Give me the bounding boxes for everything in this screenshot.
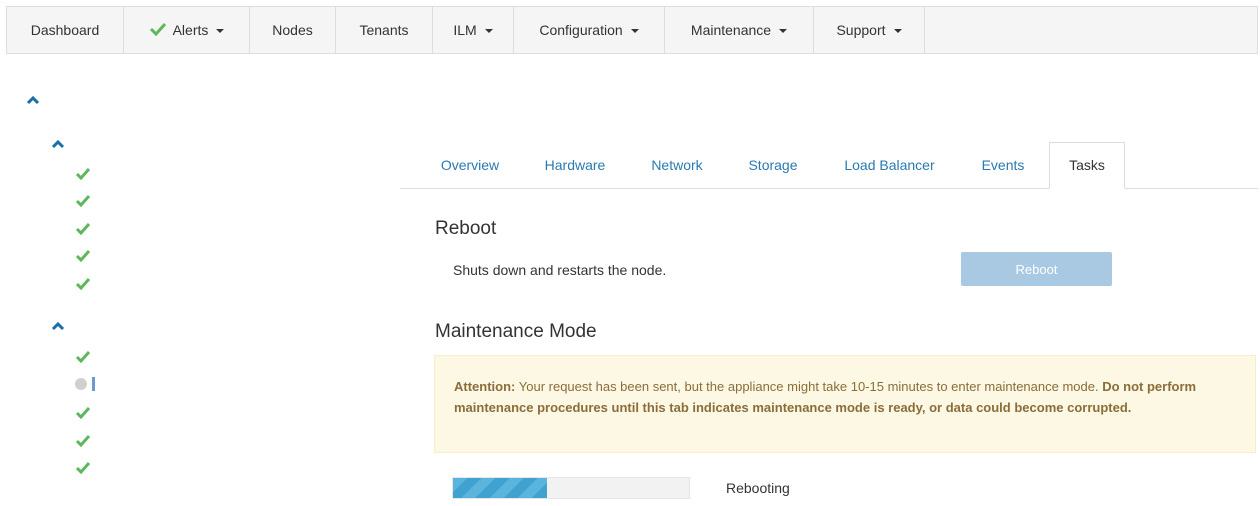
reboot-description: Shuts down and restarts the node. — [453, 262, 667, 278]
nav-dashboard-label: Dashboard — [30, 22, 100, 38]
node-tabs: Overview Hardware Network Storage Load B… — [400, 142, 1258, 189]
nav-alerts-label: Alerts — [172, 22, 209, 38]
nav-tenants-label: Tenants — [359, 22, 409, 38]
check-icon — [149, 22, 167, 39]
chevron-down-icon — [216, 29, 225, 33]
chevron-down-icon — [630, 29, 639, 33]
nav-maintenance-label: Maintenance — [690, 22, 772, 38]
check-icon — [75, 434, 91, 450]
tab-hardware[interactable]: Hardware — [533, 142, 617, 188]
maintenance-warning-alert: Attention: Your request has been sent, b… — [434, 355, 1256, 453]
check-icon — [75, 277, 91, 293]
reboot-section-title: Reboot — [435, 218, 497, 239]
progress-fill — [453, 478, 548, 498]
nav-configuration[interactable]: Configuration — [514, 7, 665, 53]
nav-maintenance[interactable]: Maintenance — [665, 7, 814, 53]
nav-ilm-label: ILM — [453, 22, 477, 38]
chevron-up-icon[interactable] — [51, 139, 65, 149]
nav-ilm[interactable]: ILM — [433, 7, 514, 53]
nav-alerts[interactable]: Alerts — [124, 7, 250, 53]
nav-nodes[interactable]: Nodes — [250, 7, 336, 53]
tab-network[interactable]: Network — [640, 142, 714, 188]
check-icon — [75, 222, 91, 238]
check-icon — [75, 461, 91, 477]
alert-text: Your request has been sent, but the appl… — [515, 379, 1099, 394]
tab-load-balancer[interactable]: Load Balancer — [832, 142, 947, 188]
chevron-down-icon — [779, 29, 788, 33]
alert-label: Attention: — [454, 379, 516, 394]
check-icon — [75, 406, 91, 422]
nav-dashboard[interactable]: Dashboard — [7, 7, 124, 53]
check-icon — [75, 194, 91, 210]
check-icon — [75, 167, 91, 183]
chevron-up-icon[interactable] — [51, 321, 65, 331]
nav-support[interactable]: Support — [814, 7, 925, 53]
reboot-progress-bar — [452, 477, 690, 499]
tab-overview[interactable]: Overview — [430, 142, 510, 188]
tab-tasks[interactable]: Tasks — [1049, 142, 1125, 189]
tab-storage[interactable]: Storage — [738, 142, 808, 188]
check-icon — [75, 249, 91, 265]
chevron-down-icon — [893, 29, 902, 33]
top-nav: Dashboard Alerts Nodes Tenants ILM Confi… — [6, 6, 1258, 54]
nav-configuration-label: Configuration — [539, 22, 623, 38]
tab-events[interactable]: Events — [970, 142, 1036, 188]
nav-support-label: Support — [836, 22, 886, 38]
nav-nodes-label: Nodes — [272, 22, 313, 38]
check-icon — [75, 350, 91, 366]
chevron-down-icon — [484, 29, 493, 33]
progress-status-label: Rebooting — [726, 480, 790, 496]
reboot-button[interactable]: Reboot — [961, 252, 1112, 286]
nav-tenants[interactable]: Tenants — [336, 7, 433, 53]
chevron-up-icon[interactable] — [26, 95, 40, 105]
maintenance-section-title: Maintenance Mode — [435, 321, 597, 342]
maintenance-node-icon — [72, 375, 98, 396]
